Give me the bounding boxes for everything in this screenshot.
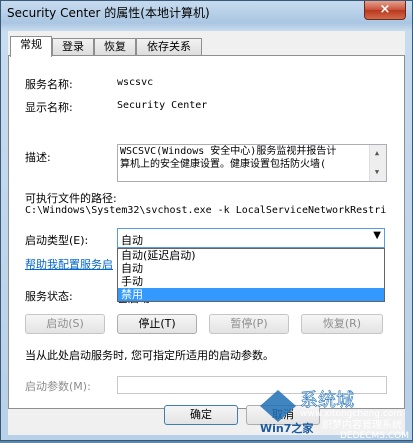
dialog-client: 常规 登录 恢复 依存关系 服务名称: wscsvc 显示名称: Securit… [8, 31, 405, 435]
window-title: Security Center 的属性(本地计算机) [7, 6, 210, 20]
resume-button[interactable]: 恢复(R) [301, 314, 383, 334]
exe-path-label: 可执行文件的路径: [25, 192, 117, 205]
properties-dialog: Security Center 的属性(本地计算机) × 常规 登录 恢复 依存… [0, 0, 413, 441]
description-scrollbar[interactable]: ▲ ▼ [369, 145, 386, 181]
tab-label: 登录 [62, 40, 84, 53]
close-button[interactable]: × [364, 1, 406, 20]
service-status-label: 服务状态: [25, 290, 73, 303]
scroll-up-icon[interactable]: ▲ [370, 147, 384, 160]
tab-recovery[interactable]: 恢复 [94, 38, 136, 56]
startup-type-dropdown: 自动(延迟启动) 自动 手动 禁用 [117, 248, 385, 302]
title-bar[interactable]: Security Center 的属性(本地计算机) × [1, 1, 412, 23]
display-name-value: Security Center [117, 100, 208, 111]
startup-type-label: 启动类型(E): [25, 234, 89, 247]
tab-dependencies[interactable]: 依存关系 [136, 38, 202, 56]
watermark-win7: Win7之家 [260, 421, 314, 435]
stop-button[interactable]: 停止(T) [117, 314, 197, 334]
scroll-down-icon[interactable]: ▼ [370, 166, 384, 179]
tab-logon[interactable]: 登录 [52, 38, 94, 56]
startup-option-auto[interactable]: 自动 [118, 262, 384, 275]
description-box[interactable]: WSCSVC(Windows 安全中心)服务监视并报告计 算机上的安全健康设置。… [117, 144, 387, 182]
tab-strip: 常规 登录 恢复 依存关系 [8, 36, 405, 57]
start-params-label: 启动参数(M): [25, 380, 91, 393]
help-configure-link[interactable]: 帮助我配置服务启 [25, 256, 113, 272]
watermark-site: www.xitongcheng.com [300, 409, 402, 419]
description-line: WSCSVC(Windows 安全中心)服务监视并报告计 [120, 146, 337, 157]
start-params-hint: 当从此处启动服务时, 您可指定所适用的启动参数。 [25, 349, 274, 362]
watermark: 系统城 www.xitongcheng.com Win7之家 织梦内容管理系统 … [260, 384, 412, 441]
tab-label: 依存关系 [147, 40, 191, 53]
watermark-diamond-icon [260, 390, 296, 422]
tab-label: 常规 [20, 38, 42, 51]
pause-button[interactable]: 暂停(P) [209, 314, 289, 334]
startup-type-current: 自动 [121, 234, 143, 247]
watermark-logo: 系统城 www.xitongcheng.com Win7之家 织梦内容管理系统 … [260, 390, 409, 441]
description-line: 算机上的安全健康设置。健康设置包括防火墙( [120, 159, 327, 170]
description-label: 描述: [25, 151, 51, 164]
watermark-cms-site: DEDECMS.COM [340, 431, 409, 440]
service-name-value: wscsvc [117, 77, 154, 88]
ok-button[interactable]: 确定 [164, 405, 238, 425]
tab-general[interactable]: 常规 [10, 36, 52, 57]
startup-option-disabled[interactable]: 禁用 [118, 288, 384, 301]
start-button[interactable]: 启动(S) [25, 314, 105, 334]
startup-option-delayed[interactable]: 自动(延迟启动) [118, 249, 384, 262]
watermark-brand: 系统城 [300, 390, 354, 411]
chevron-down-icon[interactable]: ▼ [373, 230, 381, 241]
exe-path-value: C:\Windows\System32\svchost.exe -k Local… [25, 205, 387, 216]
display-name-label: 显示名称: [25, 101, 73, 114]
startup-option-manual[interactable]: 手动 [118, 275, 384, 288]
watermark-cms: 织梦内容管理系统 [322, 418, 402, 431]
tab-label: 恢复 [104, 40, 126, 53]
general-panel: 服务名称: wscsvc 显示名称: Security Center 描述: W… [8, 55, 405, 409]
service-name-label: 服务名称: [25, 78, 73, 91]
startup-type-select[interactable]: 自动 ▼ [117, 228, 385, 248]
close-icon: × [379, 2, 391, 17]
